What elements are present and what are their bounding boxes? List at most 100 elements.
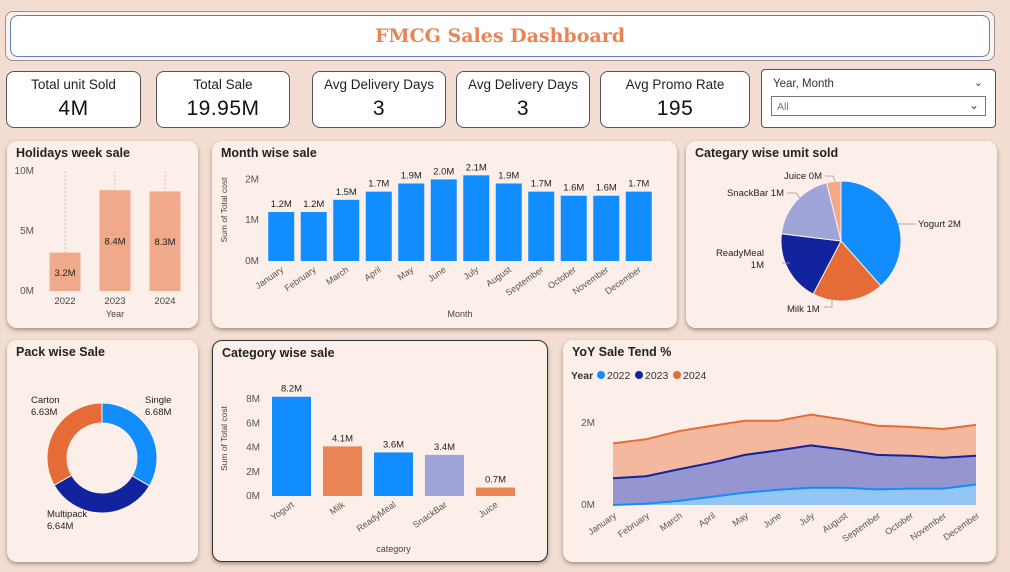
y-tick-label: 10M [15, 166, 34, 177]
kpi-label: Total Sale [193, 77, 253, 92]
bar [528, 191, 555, 261]
month-wise-sale-card: Month wise sale 0M 1M 2M Sum of Total cost 1… [212, 141, 677, 328]
x-tick-label: SnackBar [411, 499, 449, 530]
y-tick-label: 2M [246, 467, 260, 478]
data-label: 8.4M [104, 237, 125, 248]
slice-label: Yogurt 2M [918, 219, 961, 230]
x-tick-label: April [362, 264, 382, 283]
year-month-slicer[interactable]: Year, Month ⌄ All ⌄ [761, 69, 996, 128]
chevron-down-icon[interactable]: ⌄ [969, 98, 979, 112]
x-tick-label: 2024 [154, 296, 175, 307]
chevron-down-icon[interactable]: ⌄ [974, 76, 983, 89]
slice-label: Juice 0M [784, 171, 822, 182]
data-label: 8.2M [281, 384, 302, 395]
kpi-value: 19.95M [186, 97, 260, 120]
y-tick-label: 2M [245, 174, 259, 185]
bar [560, 195, 587, 261]
bar [476, 487, 515, 496]
page-title: FMCG Sales Dashboard [375, 25, 625, 47]
y-tick-label: 2M [581, 418, 595, 429]
title-banner: FMCG Sales Dashboard [5, 11, 995, 61]
legend-entry: 2023 [645, 370, 669, 382]
kpi-avg-promo-rate: Avg Promo Rate 195 [600, 71, 750, 128]
slicer-label: Year, Month [773, 78, 834, 90]
y-tick-label: 0M [581, 500, 595, 511]
kpi-total-sale: Total Sale 19.95M [156, 71, 290, 128]
month-chart: 0M 1M 2M Sum of Total cost 1.2M January 1.2M Fe… [219, 162, 652, 319]
x-axis-label: category [376, 544, 411, 554]
y-axis-label: Sum of Total cost [219, 177, 229, 243]
bar [268, 212, 295, 261]
y-tick-label: 0M [245, 256, 259, 267]
kpi-avg-delivery-days-2: Avg Delivery Days 3 [456, 71, 590, 128]
kpi-value: 195 [656, 97, 694, 120]
data-label: 8.3M [154, 237, 175, 248]
x-tick-label: August [820, 510, 849, 535]
leader-line [825, 175, 836, 182]
category-wise-sale-card: Category wise sale 0M 2M 4M 6M 8M Sum of Tota… [212, 340, 548, 562]
bar [323, 446, 362, 496]
x-axis-label: Year [106, 309, 124, 319]
slice-label: 6.63M [31, 407, 57, 418]
x-tick-label: March [658, 510, 684, 533]
x-tick-label: June [761, 510, 783, 529]
slice-label: Carton [31, 395, 60, 406]
x-tick-label: 2023 [104, 296, 125, 307]
legend-marker [673, 371, 681, 379]
data-label: 3.4M [434, 442, 455, 453]
data-label: 1.6M [596, 183, 617, 194]
legend-entry: 2022 [607, 370, 631, 382]
x-tick-label: February [283, 264, 319, 293]
x-tick-label: 2022 [54, 296, 75, 307]
pack-chart: Single6.68M Multipack6.64M Carton6.63M [31, 395, 171, 532]
slice-label: Single [145, 395, 171, 406]
y-tick-label: 6M [246, 418, 260, 429]
bar [430, 179, 457, 261]
y-tick-label: 0M [20, 286, 34, 297]
bar [495, 183, 522, 261]
legend-marker [597, 371, 605, 379]
x-tick-label: Yogurt [269, 499, 296, 522]
slice-label: ReadyMeal [716, 248, 764, 259]
data-label: 0.7M [485, 475, 506, 486]
x-tick-label: July [797, 510, 816, 528]
x-tick-label: April [697, 510, 717, 529]
y-tick-label: 8M [246, 394, 260, 405]
bar [272, 396, 311, 496]
data-label: 3.6M [383, 439, 404, 450]
bar [625, 191, 652, 261]
legend-title: Year [571, 370, 593, 382]
holidays-week-sale-card: Holidays week sale 0M 5M 10M 3.2M 2022 8.4M 20… [7, 141, 198, 328]
data-label: 1.7M [368, 179, 389, 190]
x-tick-label: Juice [477, 499, 500, 519]
y-tick-label: 4M [246, 443, 260, 454]
x-tick-label: November [908, 510, 948, 542]
x-tick-label: June [426, 264, 448, 283]
data-label: 1.9M [498, 170, 519, 181]
y-tick-label: 0M [246, 491, 260, 502]
kpi-total-unit-sold: Total unit Sold 4M [6, 71, 141, 128]
bar [374, 452, 413, 496]
bar [333, 199, 360, 261]
data-label: 1.7M [531, 179, 552, 190]
data-label: 3.2M [54, 268, 75, 279]
kpi-value: 4M [58, 97, 89, 120]
pie-slice [53, 474, 151, 514]
category-chart: 0M 2M 4M 6M 8M Sum of Total cost 8.2M Yogurt 4.1… [219, 384, 515, 554]
data-label: 1.2M [271, 199, 292, 210]
data-label: 1.6M [563, 183, 584, 194]
yoy-chart: 0M 2M Year 2022 2023 2024 JanuaryFebruary March… [571, 370, 981, 544]
x-tick-label: ReadyMeal [355, 499, 398, 533]
bar [300, 212, 327, 261]
x-tick-label: January [586, 510, 618, 537]
data-label: 2.1M [466, 162, 487, 173]
data-label: 1.7M [628, 179, 649, 190]
slicer-dropdown[interactable]: All ⌄ [771, 96, 986, 116]
data-label: 1.5M [336, 187, 357, 198]
data-label: 2.0M [433, 166, 454, 177]
slicer-selected-value: All [777, 101, 789, 113]
slice-label: SnackBar 1M [727, 188, 784, 199]
yoy-sale-trend-card: YoY Sale Tend % 0M 2M Year 2022 2023 2024 Janu… [563, 340, 996, 562]
leader-line [787, 192, 801, 199]
kpi-label: Avg Promo Rate [625, 77, 725, 92]
